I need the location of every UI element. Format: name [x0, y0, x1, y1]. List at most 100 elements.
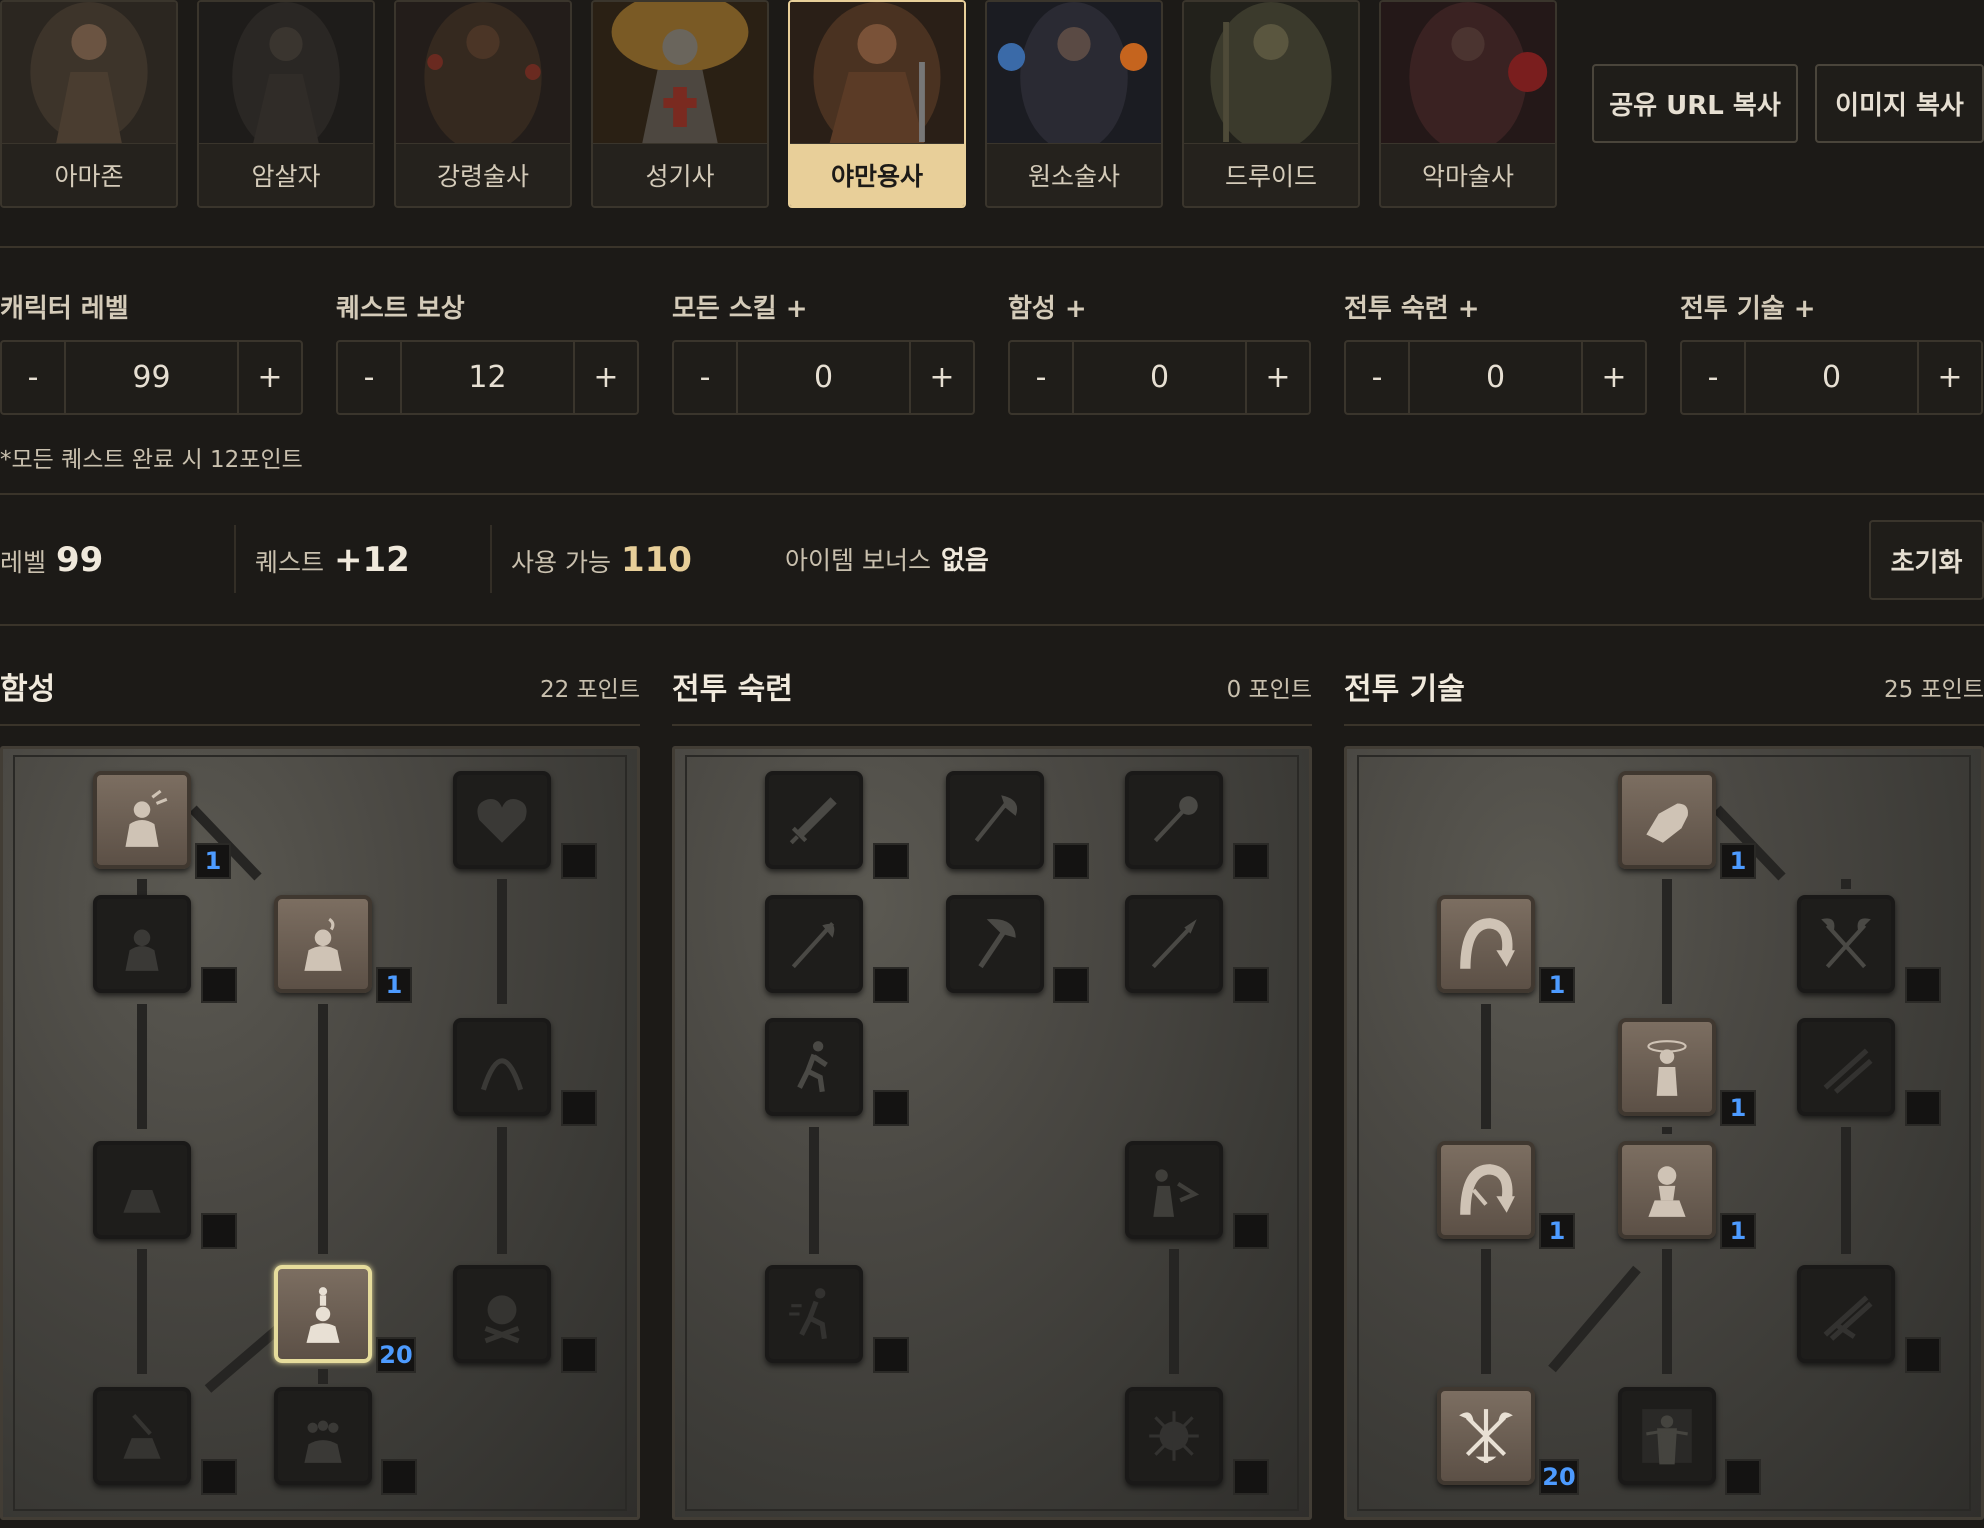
- decrement-button[interactable]: -: [674, 342, 736, 413]
- combat-masteries-bonus-stepper: - 0 +: [1344, 340, 1647, 415]
- skill-level-badge: [201, 1213, 237, 1249]
- combat-masteries-skill-board: [672, 746, 1312, 1520]
- skill-sword-mastery[interactable]: [765, 771, 863, 869]
- increment-button[interactable]: +: [239, 342, 301, 413]
- summary-divider: [490, 525, 492, 593]
- fist-icon: [1646, 803, 1688, 843]
- skill-bash[interactable]: [1618, 771, 1716, 869]
- quest-reward-value[interactable]: 12: [400, 342, 575, 413]
- summary-quest-value: +12: [334, 540, 410, 580]
- skill-mace-mastery[interactable]: [1125, 771, 1223, 869]
- class-tab-label: 드루이드: [1184, 143, 1358, 206]
- skill-taunt[interactable]: [274, 895, 372, 993]
- summary-level: 레벨 99: [0, 540, 103, 580]
- tree-points: 25 포인트: [1883, 677, 1984, 703]
- decrement-button[interactable]: -: [338, 342, 400, 413]
- skill-shout[interactable]: [274, 1265, 372, 1363]
- leap-attack-icon: [1460, 1164, 1515, 1215]
- skill-howl[interactable]: [93, 771, 191, 869]
- decrement-button[interactable]: -: [2, 342, 64, 413]
- class-tab-paladin[interactable]: 성기사: [591, 0, 769, 208]
- skill-axe-mastery[interactable]: [946, 771, 1044, 869]
- class-tab-sorceress[interactable]: 원소술사: [985, 0, 1163, 208]
- quest-note: *모든 퀘스트 완료 시 12포인트: [0, 447, 303, 473]
- skill-spear-mastery[interactable]: [1125, 895, 1223, 993]
- skill-grim-ward[interactable]: [453, 1018, 551, 1116]
- all-skills-value[interactable]: 0: [736, 342, 911, 413]
- class-tab-assassin[interactable]: 암살자: [197, 0, 375, 208]
- class-tab-druid[interactable]: 드루이드: [1182, 0, 1360, 208]
- skill-increased-stamina[interactable]: [765, 1018, 863, 1116]
- skill-find-potion[interactable]: [93, 895, 191, 993]
- increased-speed-icon: [789, 1288, 827, 1340]
- combat-skills-bonus-value[interactable]: 0: [1744, 342, 1919, 413]
- increment-button[interactable]: +: [1247, 342, 1309, 413]
- increment-button[interactable]: +: [1583, 342, 1645, 413]
- mace-icon: [1153, 796, 1198, 843]
- warcries-bonus-value[interactable]: 0: [1072, 342, 1247, 413]
- reset-button[interactable]: 초기화: [1869, 520, 1984, 600]
- tree-title: 전투 숙련: [672, 672, 793, 707]
- skill-increased-speed[interactable]: [765, 1265, 863, 1363]
- skill-concentrate[interactable]: [1618, 1141, 1716, 1239]
- skill-battle-orders[interactable]: [93, 1387, 191, 1485]
- skill-double-swing[interactable]: [1797, 895, 1895, 993]
- increment-button[interactable]: +: [1919, 342, 1981, 413]
- skill-shout-heart[interactable]: [453, 771, 551, 869]
- spear-icon: [1151, 919, 1197, 969]
- summary-level-value: 99: [56, 540, 104, 580]
- skill-war-cry-skull[interactable]: [453, 1265, 551, 1363]
- natural-resistance-icon: [1149, 1411, 1199, 1461]
- class-tab-necromancer[interactable]: 강령술사: [394, 0, 572, 208]
- character-level-value[interactable]: 99: [64, 342, 239, 413]
- skill-battle-command[interactable]: [274, 1387, 372, 1485]
- all-skills-stepper: - 0 +: [672, 340, 975, 415]
- divider: [0, 624, 1984, 626]
- skill-leap-attack[interactable]: [1437, 1141, 1535, 1239]
- warlock-portrait: [1381, 2, 1555, 145]
- find-item-icon: [123, 1190, 161, 1213]
- skill-natural-resistance[interactable]: [1125, 1387, 1223, 1485]
- skill-level-badge: [873, 1337, 909, 1373]
- skill-frenzy[interactable]: [1797, 1265, 1895, 1363]
- skill-stun[interactable]: [1618, 1018, 1716, 1116]
- summary-available-value: 110: [620, 540, 692, 580]
- skill-polearm-mastery[interactable]: [765, 895, 863, 993]
- skill-find-item[interactable]: [93, 1141, 191, 1239]
- decrement-button[interactable]: -: [1682, 342, 1744, 413]
- skill-berserk[interactable]: [1618, 1387, 1716, 1485]
- decrement-button[interactable]: -: [1346, 342, 1408, 413]
- copy-share-url-button[interactable]: 공유 URL 복사: [1592, 64, 1798, 143]
- tree-points: 0 포인트: [1226, 677, 1312, 703]
- skill-iron-skin[interactable]: [1125, 1141, 1223, 1239]
- combat-masteries-bonus-value[interactable]: 0: [1408, 342, 1583, 413]
- increment-button[interactable]: +: [911, 342, 973, 413]
- skill-level-badge: [1233, 967, 1269, 1003]
- berserk-icon: [1642, 1409, 1692, 1465]
- class-tab-amazon[interactable]: 아마존: [0, 0, 178, 208]
- class-tab-barbarian[interactable]: 야만용사: [788, 0, 966, 208]
- skill-level-badge: [561, 1090, 597, 1126]
- skill-level-badge: 20: [1539, 1459, 1579, 1495]
- class-tab-label: 아마존: [2, 143, 176, 206]
- throwing-axe-icon: [978, 919, 1016, 969]
- decrement-button[interactable]: -: [1010, 342, 1072, 413]
- warcries-bonus-stepper: - 0 +: [1008, 340, 1311, 415]
- class-tab-warlock[interactable]: 악마술사: [1379, 0, 1557, 208]
- taunt-icon: [304, 917, 342, 971]
- increment-button[interactable]: +: [575, 342, 637, 413]
- leap-icon: [1460, 918, 1515, 969]
- skill-level-badge: [1053, 843, 1089, 879]
- warcries-bonus-label: 함성 +: [1008, 294, 1087, 324]
- frenzy-icon: [1823, 1295, 1873, 1341]
- skill-whirlwind[interactable]: [1437, 1387, 1535, 1485]
- axe-icon: [974, 795, 1018, 842]
- skill-leap[interactable]: [1437, 895, 1535, 993]
- druid-portrait: [1184, 2, 1358, 145]
- running-man-icon: [797, 1041, 828, 1093]
- copy-image-button[interactable]: 이미지 복사: [1815, 64, 1984, 143]
- amazon-portrait: [2, 2, 176, 145]
- skill-level-badge: 20: [376, 1337, 416, 1373]
- skill-throwing-mastery[interactable]: [946, 895, 1044, 993]
- skill-double-throw[interactable]: [1797, 1018, 1895, 1116]
